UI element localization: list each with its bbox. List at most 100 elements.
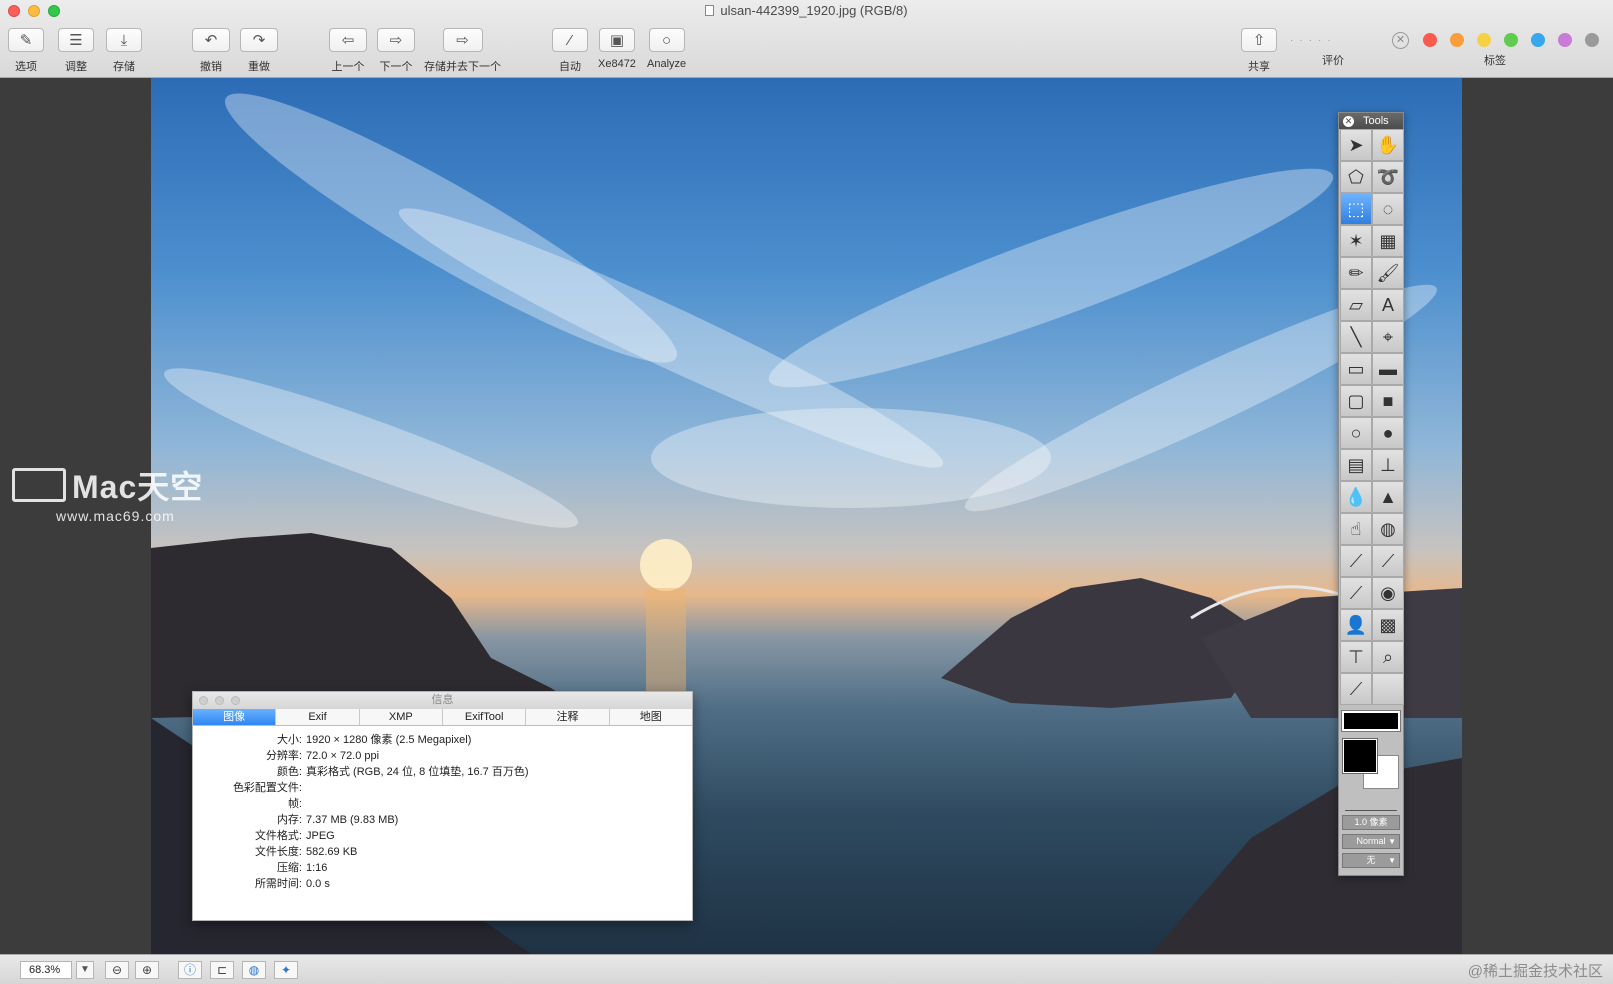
info-row: 色彩配置文件:	[232, 782, 302, 794]
info-minimize-button[interactable]	[215, 696, 224, 705]
empty-icon	[1372, 673, 1404, 705]
eraser-icon[interactable]: ▱	[1340, 289, 1372, 321]
save-next-icon: ⇨	[442, 28, 483, 52]
tab-exiftool[interactable]: ExifTool	[443, 709, 527, 725]
crosshair-icon[interactable]: ⌖	[1372, 321, 1404, 353]
line-style-preview[interactable]	[1345, 803, 1397, 811]
tab-xmp[interactable]: XMP	[360, 709, 443, 725]
info-close-button[interactable]	[199, 696, 208, 705]
clear-tag-icon[interactable]: ✕	[1392, 32, 1409, 49]
bulb-icon: ○	[648, 28, 685, 52]
info-icon[interactable]: ⓘ	[178, 961, 202, 979]
airbrush-icon[interactable]: ⟋	[1340, 577, 1372, 609]
hand-icon[interactable]: ✋	[1372, 129, 1404, 161]
foreground-color-swatch[interactable]	[1342, 738, 1378, 774]
info-zoom-button[interactable]	[231, 696, 240, 705]
tag-orange[interactable]	[1450, 33, 1464, 47]
tag-blue[interactable]	[1531, 33, 1545, 47]
tools-header[interactable]: ✕ Tools	[1339, 113, 1403, 129]
rating-dots[interactable]: ·····	[1290, 35, 1337, 46]
zoom-out-icon[interactable]: ⊖	[105, 961, 129, 979]
toolbar-previous[interactable]: ⇦ 上一个	[329, 28, 367, 74]
toolbar-rating[interactable]: 评价	[1322, 52, 1344, 68]
chevron-down-icon: ▼	[1388, 837, 1396, 846]
eyedropper-icon[interactable]: ⟋	[1340, 673, 1372, 705]
info-row: 所需时间: 0.0 s	[254, 878, 330, 890]
smudge-icon[interactable]: ☝	[1340, 513, 1372, 545]
burn-icon[interactable]: ⟋	[1372, 545, 1404, 577]
rect-icon[interactable]: ▭	[1340, 353, 1372, 385]
text-icon[interactable]: A	[1372, 289, 1404, 321]
image-icon: ▣	[598, 28, 635, 52]
credit-text: @稀土掘金技术社区	[1467, 963, 1603, 980]
zoom-in-icon[interactable]: ⊕	[135, 961, 159, 979]
undo-icon: ↶	[192, 28, 230, 52]
pattern-icon[interactable]: ▩	[1372, 609, 1404, 641]
info-row: 大小: 1920 × 1280 像素 (2.5 Megapixel)	[276, 734, 472, 746]
tag-purple[interactable]	[1558, 33, 1572, 47]
blend-mode-select[interactable]: Normal ▼	[1342, 834, 1400, 849]
dodge-icon[interactable]: ⟋	[1340, 545, 1372, 577]
tab-exif[interactable]: Exif	[276, 709, 360, 725]
rect-fill-icon[interactable]: ▬	[1372, 353, 1404, 385]
sponge-icon[interactable]: ◍	[1372, 513, 1404, 545]
round-rect-icon[interactable]: ▢	[1340, 385, 1372, 417]
tools-close-icon[interactable]: ✕	[1343, 116, 1354, 127]
ellipse-icon[interactable]: ○	[1340, 417, 1372, 449]
zoom-tool-icon[interactable]: ⌕	[1372, 641, 1404, 673]
toolbar-analyze[interactable]: ○ Analyze	[647, 28, 686, 70]
sharpen-icon[interactable]: ▲	[1372, 481, 1404, 513]
toolbar-share[interactable]: ⇧ 共享	[1241, 28, 1277, 74]
globe-icon[interactable]: ◍	[242, 961, 266, 979]
toolbar-auto[interactable]: ⁄ 自动	[552, 28, 588, 74]
options-icon: ✎	[8, 28, 44, 52]
pattern-select[interactable]: 无 ▼	[1342, 853, 1400, 868]
tab-image[interactable]: 图像	[193, 709, 277, 725]
tag-green[interactable]	[1504, 33, 1518, 47]
title-toolbar: ulsan-442399_1920.jpg (RGB/8) ✎ 选项 ☰ 调整 …	[0, 0, 1613, 78]
toolbar-undo[interactable]: ↶ 撤销	[192, 28, 230, 74]
rect-select-icon[interactable]: ⬚	[1340, 193, 1372, 225]
drop-icon[interactable]: 💧	[1340, 481, 1372, 513]
toolbar-redo[interactable]: ↷ 重做	[240, 28, 278, 74]
red-eye-icon[interactable]: ◉	[1372, 577, 1404, 609]
stamp-icon[interactable]: ⊥	[1372, 449, 1404, 481]
person-icon[interactable]: 👤	[1340, 609, 1372, 641]
frame-icon[interactable]: ⊏	[210, 961, 234, 979]
toolbar-xe8472[interactable]: ▣ Xe8472	[598, 28, 636, 70]
info-panel-header[interactable]: 信息	[193, 692, 692, 709]
tag-yellow[interactable]	[1477, 33, 1491, 47]
zoom-dropdown[interactable]: ▼	[76, 961, 94, 979]
arrow-select-icon[interactable]: ➤	[1340, 129, 1372, 161]
color-swatches	[1339, 737, 1403, 797]
toolbar-save[interactable]: ⤓ 存储	[106, 28, 142, 74]
line-width-select[interactable]: 1.0 像素	[1342, 815, 1400, 830]
tab-notes[interactable]: 注释	[526, 709, 610, 725]
toolbar-next[interactable]: ⇨ 下一个	[377, 28, 415, 74]
magic-wand-icon: ⁄	[552, 28, 588, 52]
magic-wand-icon[interactable]: ✶	[1340, 225, 1372, 257]
line-icon[interactable]: ╲	[1340, 321, 1372, 353]
round-rect-fill-icon[interactable]: ■	[1372, 385, 1404, 417]
ellipse-fill-icon[interactable]: ●	[1372, 417, 1404, 449]
ellipse-select-icon[interactable]: ◌	[1372, 193, 1404, 225]
info-row: 内存: 7.37 MB (9.83 MB)	[276, 814, 399, 826]
polygon-lasso-icon[interactable]: ⬠	[1340, 161, 1372, 193]
checker-icon[interactable]: ▦	[1372, 225, 1404, 257]
tag-red[interactable]	[1423, 33, 1437, 47]
stroke-color-bar[interactable]	[1341, 710, 1401, 732]
pencil-icon[interactable]: ✏	[1340, 257, 1372, 289]
zoom-field[interactable]: 68.3%	[20, 961, 72, 979]
tab-map[interactable]: 地图	[610, 709, 692, 725]
toolbar-adjust[interactable]: ☰ 调整	[58, 28, 94, 74]
lasso-icon[interactable]: ➰	[1372, 161, 1404, 193]
toolbar-save-next[interactable]: ⇨ 存储并去下一个	[424, 28, 501, 74]
bucket-icon[interactable]: ▤	[1340, 449, 1372, 481]
toolbar-tags[interactable]: 标签	[1484, 52, 1506, 68]
tag-gray[interactable]	[1585, 33, 1599, 47]
brush-icon[interactable]: 🖌	[1372, 257, 1404, 289]
wrench-icon[interactable]: ✦	[274, 961, 298, 979]
toolbar-options[interactable]: ✎ 选项	[8, 28, 44, 74]
window-title: ulsan-442399_1920.jpg (RGB/8)	[0, 3, 1613, 18]
ruler-icon[interactable]: ⊤	[1340, 641, 1372, 673]
